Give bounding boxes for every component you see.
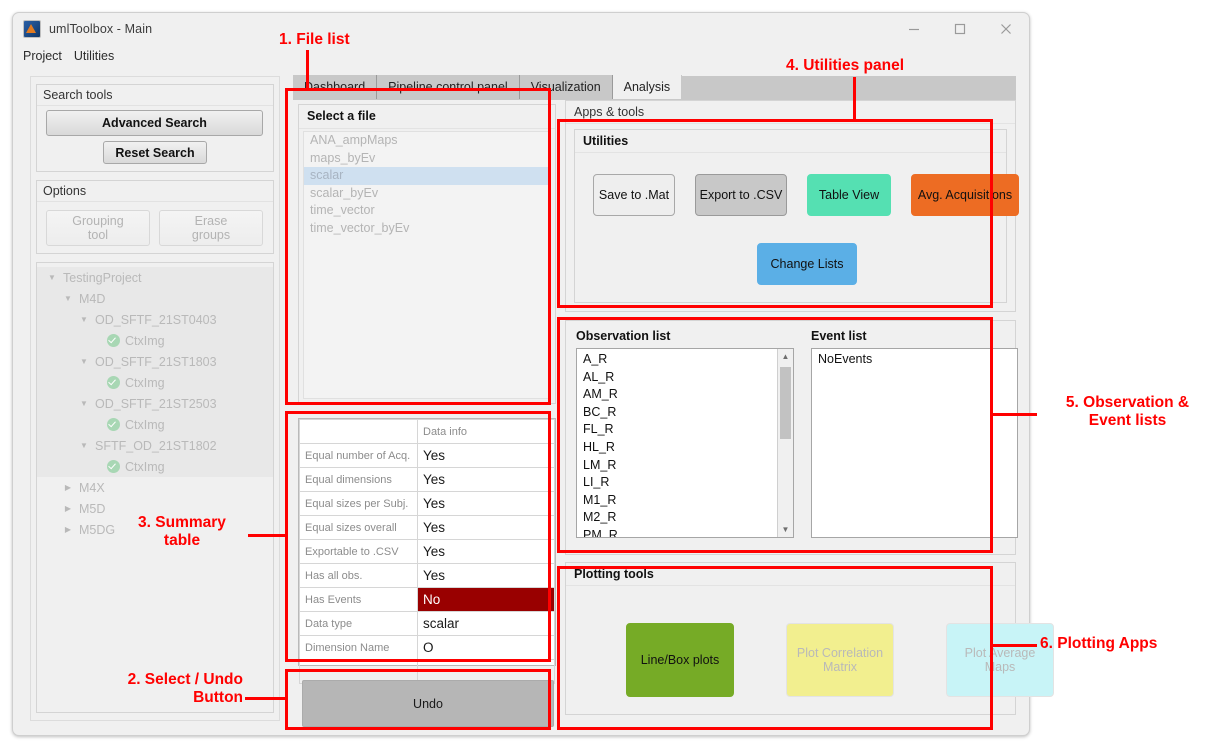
tree-item-label: CtxImg: [125, 417, 165, 432]
tree-item-label: M4D: [79, 291, 106, 306]
tree-item[interactable]: ▶CtxImg: [37, 414, 273, 435]
tree-item[interactable]: ▶ M4X: [37, 477, 273, 498]
tree-item-label: OD_SFTF_21ST0403: [95, 312, 217, 327]
tree-item[interactable]: ▼ OD_SFTF_21ST1803: [37, 351, 273, 372]
menu-item-utilities[interactable]: Utilities: [74, 49, 114, 63]
tree-item[interactable]: ▼ M4D: [37, 288, 273, 309]
tree-item-label: CtxImg: [125, 459, 165, 474]
left-panel: Search tools Advanced Search Reset Searc…: [30, 76, 280, 721]
chevron-right-icon[interactable]: ▶: [61, 504, 75, 513]
annotation-leader-summary: [248, 534, 288, 537]
annotation-leader-file-list: [306, 50, 309, 90]
app-logo-icon: [23, 20, 41, 38]
grouping-tool-button[interactable]: Grouping tool: [46, 210, 150, 246]
annotation-leader-utilities: [853, 77, 856, 121]
annotation-box-undo: [285, 669, 551, 730]
annotation-leader-obs: [992, 413, 1037, 416]
advanced-search-button[interactable]: Advanced Search: [46, 110, 263, 136]
tree-item[interactable]: ▶CtxImg: [37, 372, 273, 393]
grouping-tool-label-1: Grouping: [72, 213, 124, 228]
title-bar: umlToolbox - Main: [13, 13, 1029, 45]
annotation-box-utilities: [557, 119, 993, 308]
chevron-right-icon[interactable]: ▶: [61, 483, 75, 492]
erase-groups-label-2: groups: [191, 228, 231, 242]
tree-item[interactable]: ▼ OD_SFTF_21ST0403: [37, 309, 273, 330]
tree-item-label: M4X: [79, 480, 105, 495]
window-controls: [891, 13, 1029, 45]
annotation-box-file-list: [285, 88, 551, 405]
tree-item-label: CtxImg: [125, 333, 165, 348]
annotation-leader-undo: [245, 697, 287, 700]
annotation-label-obs: 5. Observation & Event lists: [1065, 394, 1190, 430]
maximize-icon[interactable]: [937, 14, 983, 44]
tree-item[interactable]: ▼ TestingProject: [37, 267, 273, 288]
grouping-tool-label-2: tool: [87, 228, 109, 242]
menu-item-project[interactable]: Project: [23, 49, 62, 63]
tree-item-label: CtxImg: [125, 375, 165, 390]
annotation-label-file-list: 1. File list: [279, 31, 350, 48]
window-title: umlToolbox - Main: [49, 22, 153, 36]
search-tools-title: Search tools: [37, 85, 273, 106]
erase-groups-label-1: Erase: [194, 213, 228, 228]
chevron-down-icon[interactable]: ▼: [45, 273, 59, 282]
screenshot-root: umlToolbox - Main Project Utilities Sear…: [0, 0, 1221, 753]
check-circle-icon: [107, 418, 120, 431]
annotation-leader-plot: [992, 644, 1037, 647]
check-circle-icon: [107, 334, 120, 347]
annotation-label-plot: 6. Plotting Apps: [1040, 635, 1158, 652]
tab-analysis[interactable]: Analysis: [612, 75, 683, 99]
annotation-label-utilities: 4. Utilities panel: [786, 57, 905, 74]
project-tree-group: ▼TestingProject▼M4D▼OD_SFTF_21ST0403▶Ctx…: [36, 262, 274, 713]
chevron-down-icon[interactable]: ▼: [77, 399, 91, 408]
options-title: Options: [37, 181, 273, 202]
reset-search-button[interactable]: Reset Search: [103, 141, 207, 164]
check-circle-icon: [107, 376, 120, 389]
project-tree[interactable]: ▼TestingProject▼M4D▼OD_SFTF_21ST0403▶Ctx…: [37, 263, 273, 712]
annotation-box-plot: [557, 566, 993, 730]
close-icon[interactable]: [983, 14, 1029, 44]
annotation-box-summary: [285, 411, 551, 662]
tree-item[interactable]: ▼ SFTF_OD_21ST1802: [37, 435, 273, 456]
minimize-icon[interactable]: [891, 14, 937, 44]
chevron-down-icon[interactable]: ▼: [61, 294, 75, 303]
chevron-down-icon[interactable]: ▼: [77, 441, 91, 450]
tree-item-label: SFTF_OD_21ST1802: [95, 438, 217, 453]
chevron-down-icon[interactable]: ▼: [77, 315, 91, 324]
tree-item-label: M5DG: [79, 522, 116, 537]
tree-item[interactable]: ▼ OD_SFTF_21ST2503: [37, 393, 273, 414]
annotation-label-summary: 3. Summary table: [138, 514, 226, 550]
chevron-right-icon[interactable]: ▶: [61, 525, 75, 534]
tree-item[interactable]: ▶CtxImg: [37, 330, 273, 351]
tree-item-label: OD_SFTF_21ST2503: [95, 396, 217, 411]
tree-item-label: M5D: [79, 501, 106, 516]
check-circle-icon: [107, 460, 120, 473]
tree-item-label: OD_SFTF_21ST1803: [95, 354, 217, 369]
search-tools-group: Search tools Advanced Search Reset Searc…: [36, 84, 274, 172]
options-group: Options Grouping tool Erase groups: [36, 180, 274, 254]
tree-item[interactable]: ▶CtxImg: [37, 456, 273, 477]
erase-groups-button[interactable]: Erase groups: [159, 210, 263, 246]
annotation-box-obs: [557, 317, 993, 553]
tree-item-label: TestingProject: [63, 270, 142, 285]
chevron-down-icon[interactable]: ▼: [77, 357, 91, 366]
annotation-label-undo: 2. Select / Undo Button: [127, 671, 243, 707]
